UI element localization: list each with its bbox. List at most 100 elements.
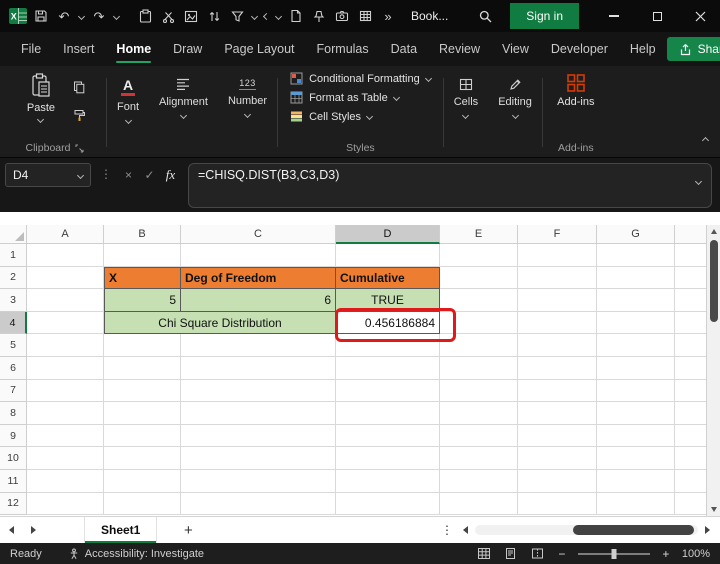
cells-group-collapsed[interactable]: Cells: [444, 68, 488, 157]
paste-button[interactable]: Paste: [19, 70, 63, 125]
cell[interactable]: [440, 289, 518, 312]
cell[interactable]: [104, 492, 181, 516]
undo-icon[interactable]: ↶: [54, 4, 74, 28]
scroll-up-icon[interactable]: [707, 225, 720, 238]
formula-bar-drag-handle[interactable]: ⋮: [91, 163, 118, 181]
horizontal-scrollbar-track[interactable]: [475, 525, 698, 535]
undo-dropdown-icon[interactable]: [77, 4, 86, 28]
share-button[interactable]: Share: [666, 37, 720, 61]
alignment-group-collapsed[interactable]: Alignment: [149, 68, 218, 157]
picture-icon[interactable]: [181, 4, 201, 28]
cell[interactable]: [518, 289, 597, 312]
row-header-6[interactable]: 6: [0, 356, 27, 380]
clipboard-dialog-launcher-icon[interactable]: [75, 144, 84, 153]
cell[interactable]: [27, 356, 104, 380]
zoom-level[interactable]: 100%: [682, 548, 710, 560]
table-icon[interactable]: [355, 4, 375, 28]
row-header-9[interactable]: 9: [0, 424, 27, 448]
cell-B3[interactable]: 5: [104, 289, 181, 312]
cell-D2[interactable]: Cumulative: [336, 266, 440, 290]
cell[interactable]: [181, 334, 336, 357]
cell[interactable]: [27, 424, 104, 448]
cell-C3[interactable]: 6: [181, 289, 336, 312]
vertical-scrollbar-thumb[interactable]: [709, 240, 718, 322]
cell[interactable]: [181, 379, 336, 403]
expand-formula-bar-icon[interactable]: [694, 173, 703, 187]
filter-icon[interactable]: [227, 4, 247, 28]
chevron-down-icon[interactable]: [250, 4, 259, 28]
cell[interactable]: [27, 492, 104, 516]
scroll-right-icon[interactable]: [700, 526, 715, 534]
row-header-10[interactable]: 10: [0, 447, 27, 470]
cell[interactable]: [597, 266, 675, 290]
cell[interactable]: [597, 492, 675, 516]
horizontal-scrollbar-thumb[interactable]: [573, 525, 694, 535]
cell[interactable]: [518, 356, 597, 380]
tab-data[interactable]: Data: [380, 32, 428, 66]
cell[interactable]: [104, 244, 181, 267]
row-header-5[interactable]: 5: [0, 334, 27, 357]
pin-icon[interactable]: [309, 4, 329, 28]
row-header-8[interactable]: 8: [0, 402, 27, 425]
cell[interactable]: [104, 447, 181, 470]
maximize-button[interactable]: [637, 0, 677, 32]
number-group-collapsed[interactable]: 123 Number: [218, 68, 277, 157]
tab-file[interactable]: File: [10, 32, 52, 66]
scroll-left-icon[interactable]: [458, 526, 473, 534]
cell[interactable]: [104, 356, 181, 380]
cell[interactable]: [597, 289, 675, 312]
cell[interactable]: [181, 424, 336, 448]
cell[interactable]: [27, 244, 104, 267]
cell[interactable]: [518, 402, 597, 425]
copy-button[interactable]: [67, 77, 91, 97]
cell[interactable]: [27, 379, 104, 403]
horizontal-scrollbar[interactable]: [458, 517, 720, 543]
row-header-4[interactable]: 4: [0, 311, 27, 335]
select-all-button[interactable]: [0, 225, 27, 244]
page-layout-view-icon[interactable]: [503, 546, 519, 561]
cell[interactable]: [336, 469, 440, 493]
redo-icon[interactable]: ↷: [89, 4, 109, 28]
cell[interactable]: [518, 469, 597, 493]
cell[interactable]: [27, 289, 104, 312]
cell[interactable]: [440, 469, 518, 493]
sign-in-button[interactable]: Sign in: [510, 3, 579, 29]
column-header-c[interactable]: C: [181, 225, 336, 244]
back-chevron-icon[interactable]: [262, 4, 271, 28]
row-header-7[interactable]: 7: [0, 379, 27, 403]
cell[interactable]: [181, 402, 336, 425]
cell[interactable]: [597, 334, 675, 357]
column-header-b[interactable]: B: [104, 225, 181, 244]
cell[interactable]: [181, 447, 336, 470]
cell[interactable]: [336, 492, 440, 516]
format-painter-button[interactable]: [67, 105, 91, 125]
cell[interactable]: [518, 311, 597, 335]
sheet-nav-right-icon[interactable]: [22, 517, 44, 543]
normal-view-icon[interactable]: [476, 546, 492, 561]
cell[interactable]: [518, 266, 597, 290]
cell[interactable]: [181, 244, 336, 267]
cell[interactable]: [104, 424, 181, 448]
cell[interactable]: [440, 356, 518, 380]
tab-developer[interactable]: Developer: [540, 32, 619, 66]
cell[interactable]: [440, 311, 518, 335]
zoom-slider-thumb[interactable]: [611, 548, 617, 559]
document-icon[interactable]: [286, 4, 306, 28]
search-icon[interactable]: [475, 4, 495, 28]
sort-icon[interactable]: [204, 4, 224, 28]
zoom-slider[interactable]: [577, 548, 650, 559]
cell[interactable]: [597, 356, 675, 380]
zoom-in-button[interactable]: +: [661, 547, 671, 561]
column-header-g[interactable]: G: [597, 225, 675, 244]
minimize-button[interactable]: [594, 0, 634, 32]
cell-B2[interactable]: X: [104, 266, 181, 290]
cell[interactable]: [336, 244, 440, 267]
sheet-options-icon[interactable]: ⋮: [436, 517, 458, 543]
row-header-2[interactable]: 2: [0, 266, 27, 290]
tab-page-layout[interactable]: Page Layout: [213, 32, 305, 66]
insert-function-button[interactable]: fx: [160, 163, 181, 187]
cell[interactable]: [27, 334, 104, 357]
tab-view[interactable]: View: [491, 32, 540, 66]
cell[interactable]: [27, 402, 104, 425]
cell[interactable]: [597, 402, 675, 425]
